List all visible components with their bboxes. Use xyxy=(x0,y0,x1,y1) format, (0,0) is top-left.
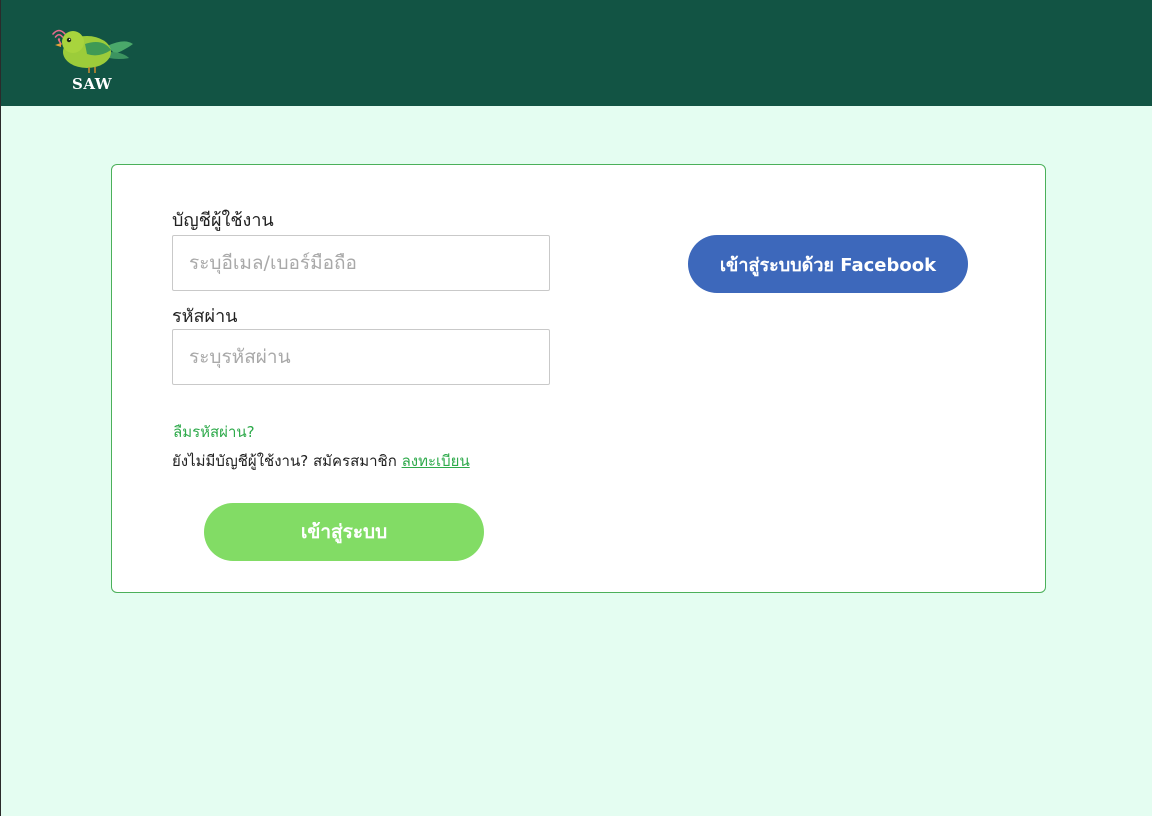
username-input[interactable] xyxy=(172,235,550,291)
username-label: บัญชีผู้ใช้งาน xyxy=(172,210,274,231)
logo-text: SAW xyxy=(72,75,113,93)
bird-logo-icon xyxy=(52,29,133,73)
password-input[interactable] xyxy=(172,329,550,385)
register-link[interactable]: ลงทะเบียน xyxy=(402,452,470,470)
facebook-login-button[interactable]: เข้าสู่ระบบด้วย Facebook xyxy=(688,235,968,293)
forgot-password-link[interactable]: ลืมรหัสผ่าน? xyxy=(173,420,255,444)
no-account-label: ยังไม่มีบัญชีผู้ใช้งาน? สมัครสมาชิก xyxy=(172,452,402,470)
top-header: SAW xyxy=(1,0,1152,106)
login-button[interactable]: เข้าสู่ระบบ xyxy=(204,503,484,561)
password-label: รหัสผ่าน xyxy=(172,306,238,327)
no-account-text: ยังไม่มีบัญชีผู้ใช้งาน? สมัครสมาชิก ลงทะ… xyxy=(172,449,470,473)
login-card: บัญชีผู้ใช้งาน รหัสผ่าน ลืมรหัสผ่าน? ยัง… xyxy=(111,164,1046,593)
saw-logo[interactable]: SAW xyxy=(49,24,135,94)
